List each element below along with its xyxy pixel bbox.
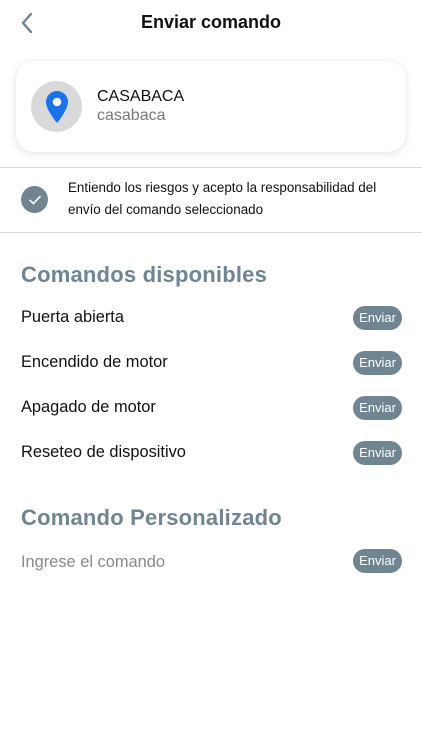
command-row: Apagado de motor Enviar [21, 396, 402, 422]
command-label: Reseteo de dispositivo [21, 443, 186, 461]
send-button[interactable]: Enviar [353, 351, 402, 375]
send-button[interactable]: Enviar [353, 441, 402, 465]
command-label: Puerta abierta [21, 308, 124, 326]
command-label: Apagado de motor [21, 398, 156, 416]
check-icon [28, 195, 41, 204]
command-row: Reseteo de dispositivo Enviar [21, 441, 402, 467]
device-avatar [31, 81, 82, 132]
custom-command-input[interactable] [21, 549, 331, 575]
device-subtitle: casabaca [97, 107, 166, 124]
map-pin-icon [45, 90, 68, 123]
send-button[interactable]: Enviar [353, 306, 402, 330]
custom-command-row: Enviar [21, 549, 402, 575]
consent-row: Entiendo los riesgos y acepto la respons… [0, 168, 422, 232]
send-command-screen: Enviar comando CASABACA casabaca Entiend… [0, 0, 422, 750]
consent-checkbox[interactable] [21, 186, 48, 213]
send-custom-button[interactable]: Enviar [353, 549, 402, 573]
custom-command-title: Comando Personalizado [21, 505, 282, 530]
available-commands-title: Comandos disponibles [21, 262, 268, 287]
consent-text: Entiendo los riesgos y acepto la respons… [68, 180, 377, 217]
command-row: Puerta abierta Enviar [21, 306, 402, 332]
divider [0, 232, 422, 233]
command-row: Encendido de motor Enviar [21, 351, 402, 377]
device-card: CASABACA casabaca [16, 61, 406, 152]
send-button[interactable]: Enviar [353, 396, 402, 420]
command-label: Encendido de motor [21, 353, 168, 371]
device-name: CASABACA [97, 88, 185, 105]
page-title: Enviar comando [140, 12, 282, 32]
header: Enviar comando [0, 0, 422, 46]
